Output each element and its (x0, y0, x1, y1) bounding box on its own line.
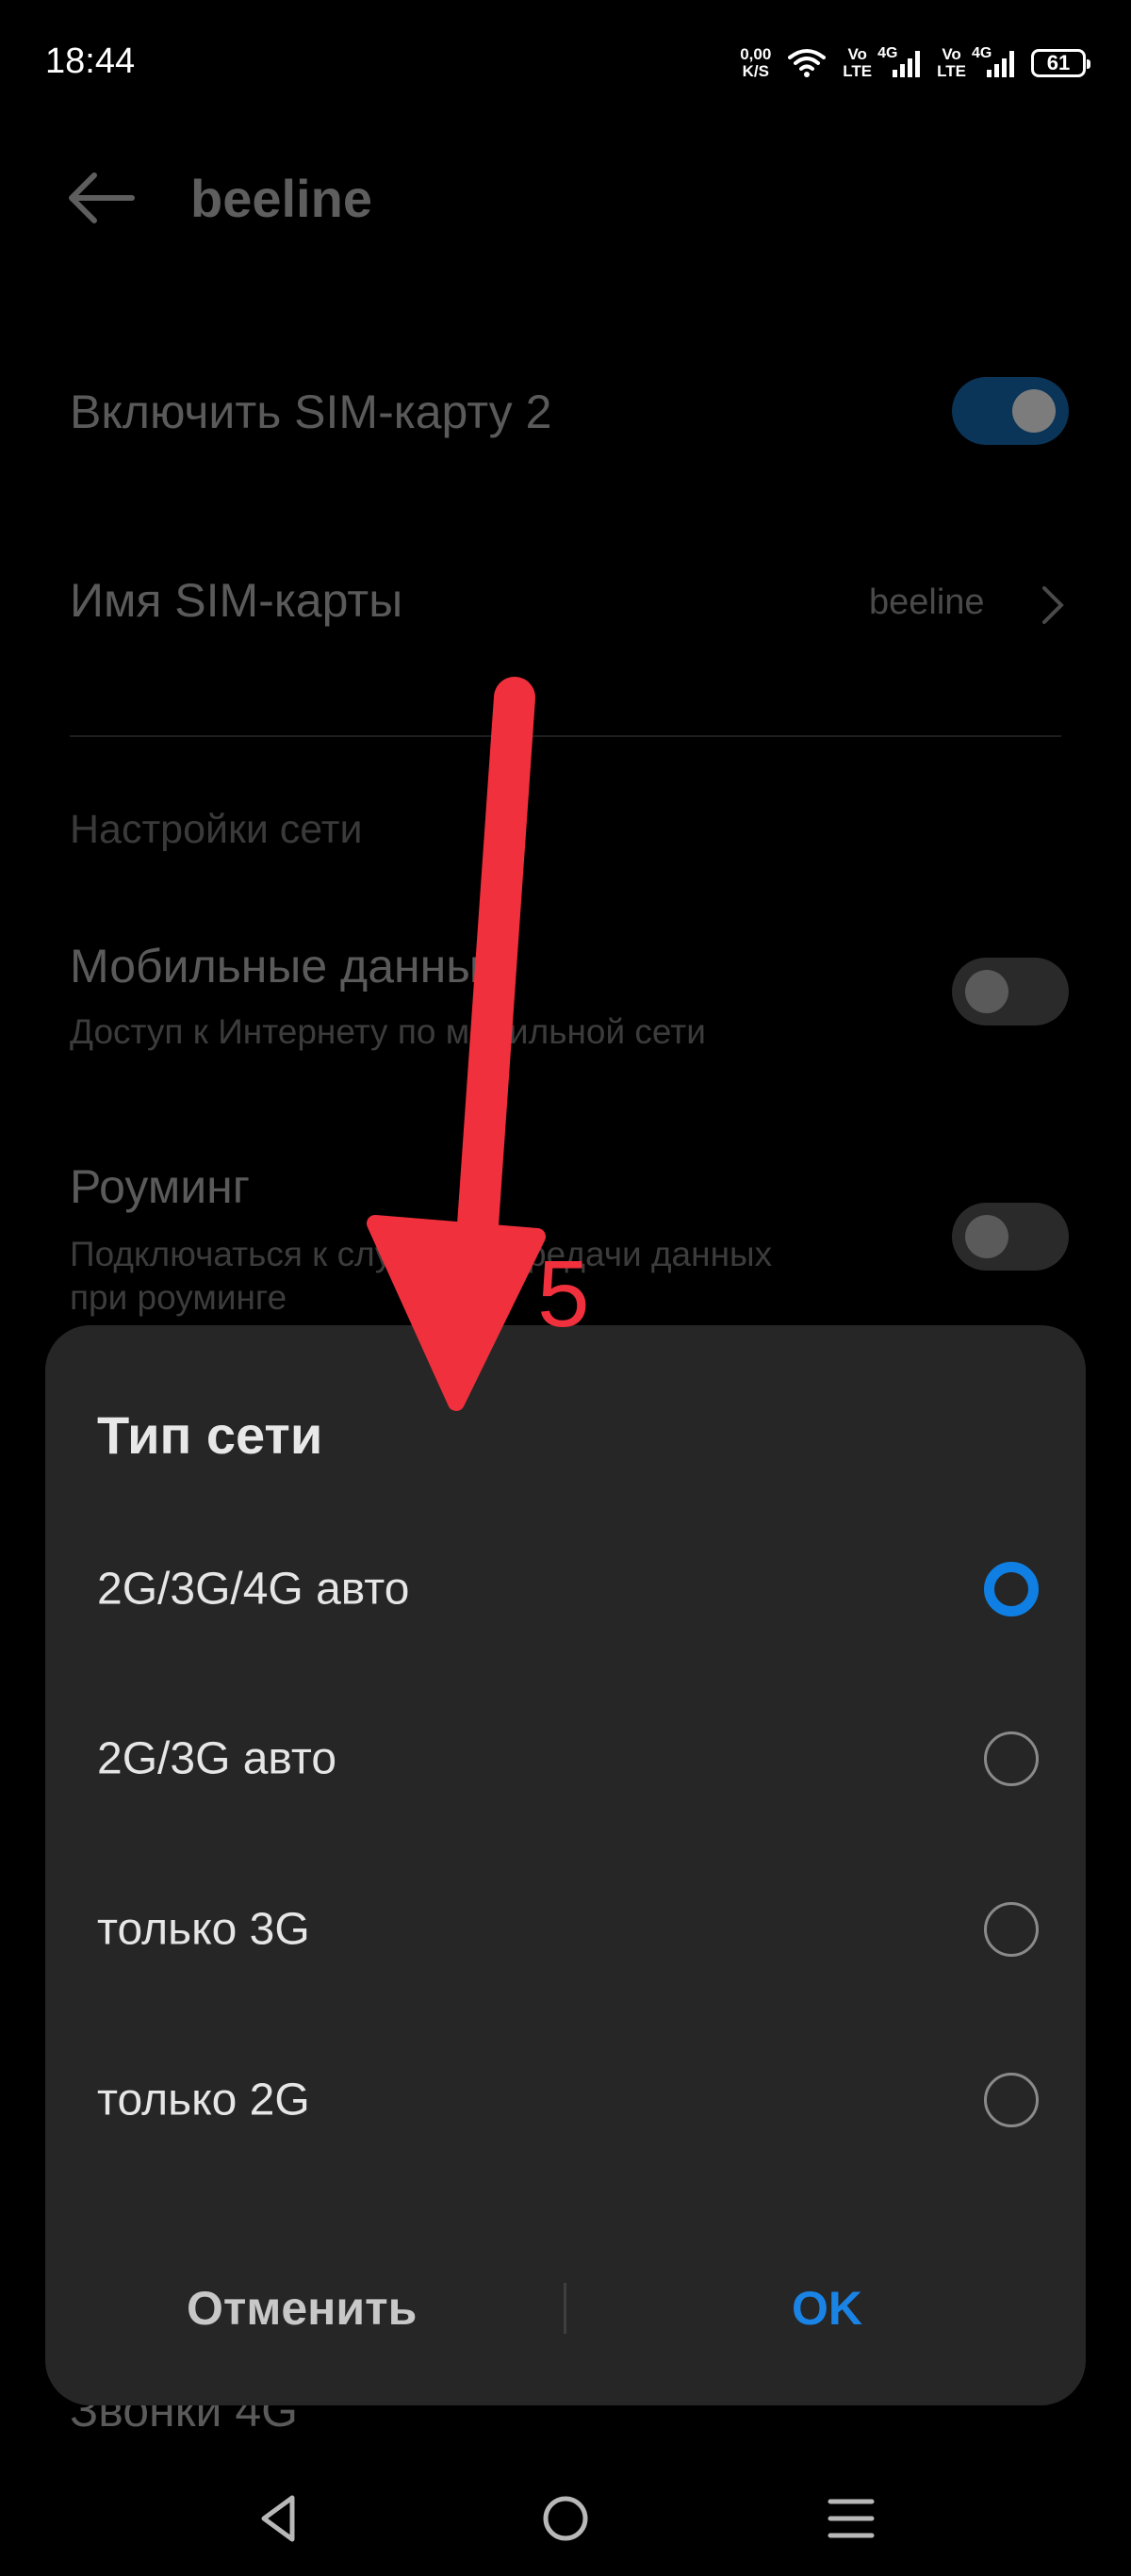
back-triangle-icon[interactable] (251, 2490, 307, 2547)
button-separator (564, 2283, 566, 2334)
sim2-net-type: 4G (972, 45, 992, 61)
mobile-data-toggle[interactable] (952, 958, 1069, 1025)
radio-unselected[interactable] (984, 2073, 1039, 2127)
sim-name-row[interactable]: Имя SIM-карты beeline (0, 547, 1131, 660)
enable-sim-toggle[interactable] (952, 377, 1069, 445)
enable-sim-label: Включить SIM-карту 2 (70, 386, 552, 438)
mobile-data-subtitle: Доступ к Интернету по мобильной сети (70, 1012, 706, 1051)
option-3g-only[interactable]: только 3G (45, 1845, 1086, 2014)
battery-icon: 61 (1031, 49, 1090, 77)
option-label: только 2G (97, 2075, 310, 2125)
cancel-button[interactable]: Отменить (187, 2281, 417, 2336)
signal-sim1-icon: 4G (877, 45, 921, 77)
sim1-net-type: 4G (877, 45, 898, 61)
radio-selected[interactable] (984, 1562, 1039, 1616)
divider (70, 735, 1061, 737)
chevron-right-icon (1042, 586, 1064, 624)
mobile-data-title: Мобильные данные (70, 940, 507, 993)
option-2g-only[interactable]: только 2G (45, 2015, 1086, 2185)
arrow-left-icon[interactable] (66, 170, 136, 226)
volte-sim2-bottom: LTE (937, 62, 966, 80)
signal-sim2-icon: 4G (972, 45, 1014, 77)
ok-button[interactable]: OK (792, 2281, 862, 2336)
roaming-subtitle-line2: при роуминге (70, 1278, 287, 1317)
radio-unselected[interactable] (984, 1731, 1039, 1786)
roaming-subtitle-line1: Подключаться к службам передачи данных (70, 1235, 773, 1273)
option-2g3g-auto[interactable]: 2G/3G авто (45, 1674, 1086, 1844)
net-speed-value: 0,00 (740, 45, 772, 63)
net-speed: 0,00 K/S (740, 46, 771, 80)
annotation-step-number: 5 (537, 1241, 590, 1347)
wifi-icon (788, 49, 827, 77)
page-title: beeline (190, 169, 372, 228)
option-2g3g4g-auto[interactable]: 2G/3G/4G авто (45, 1504, 1086, 1674)
option-label: 2G/3G/4G авто (97, 1564, 410, 1615)
dialog-title: Тип сети (97, 1405, 323, 1465)
roaming-title: Роуминг (70, 1160, 250, 1213)
sim-name-label: Имя SIM-карты (70, 574, 403, 627)
home-circle-icon[interactable] (537, 2490, 594, 2547)
option-label: 2G/3G авто (97, 1733, 337, 1784)
option-label: только 3G (97, 1904, 310, 1955)
volte-sim1-bottom: LTE (843, 62, 873, 80)
radio-unselected[interactable] (984, 1902, 1039, 1957)
net-speed-unit: K/S (742, 62, 769, 80)
volte-sim2: Vo LTE (937, 46, 966, 80)
volte-sim2-top: Vo (942, 45, 961, 63)
sim-name-value: beeline (869, 582, 985, 622)
volte-sim1-top: Vo (847, 45, 867, 63)
recents-menu-icon[interactable] (823, 2490, 879, 2547)
volte-sim1: Vo LTE (843, 46, 872, 80)
status-time: 18:44 (45, 41, 136, 81)
status-icons: 0,00 K/S Vo LTE 4G Vo LTE 4G 61 (740, 41, 1090, 85)
network-section-header: Настройки сети (70, 807, 363, 852)
roaming-toggle[interactable] (952, 1203, 1069, 1271)
